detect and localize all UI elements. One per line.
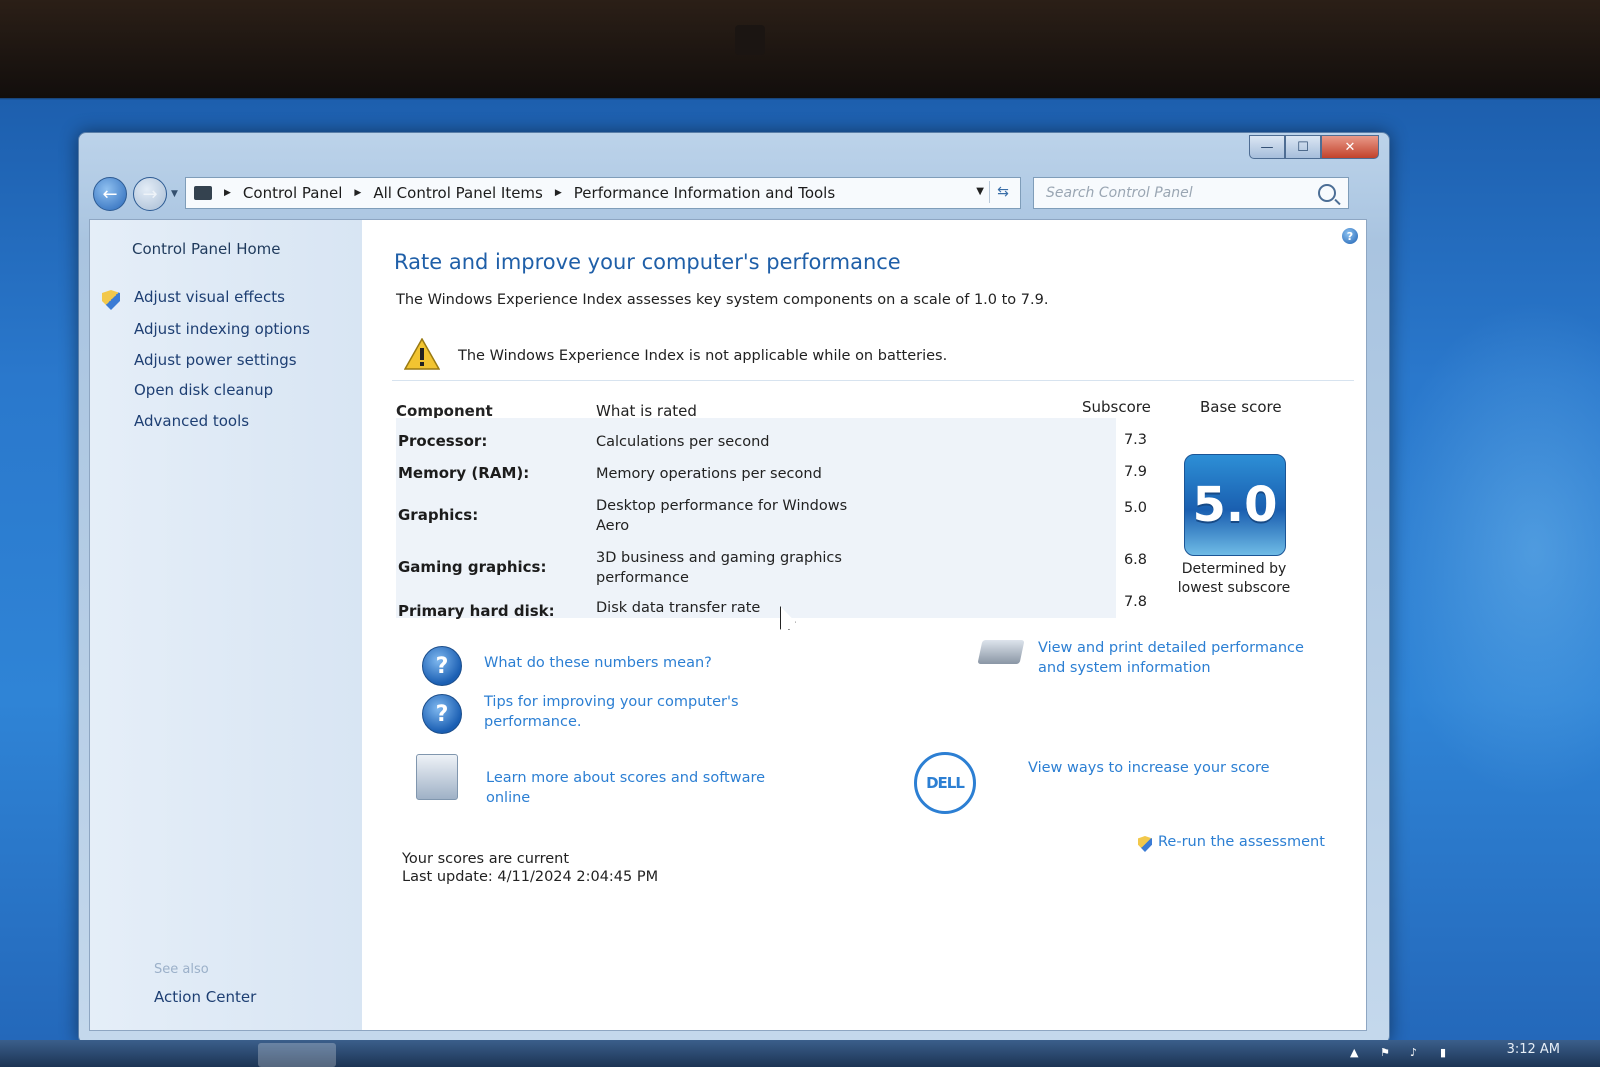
row-what-rated: Disk data transfer rate — [596, 600, 761, 616]
dell-logo: DELL — [914, 752, 976, 814]
chevron-right-icon[interactable]: ▶ — [224, 188, 231, 198]
recent-pages-dropdown[interactable]: ▼ — [171, 189, 178, 199]
back-button[interactable]: ← — [93, 177, 127, 211]
software-icon — [416, 754, 458, 800]
see-also-heading: See also — [154, 962, 209, 977]
row-subscore: 7.3 — [1123, 432, 1147, 448]
link-numbers-meaning[interactable]: What do these numbers mean? — [484, 653, 712, 673]
row-what-rated: 3D business and gaming graphics performa… — [596, 550, 842, 586]
search-box[interactable] — [1033, 177, 1349, 209]
divider — [392, 380, 1354, 381]
maximize-button[interactable]: ☐ — [1285, 135, 1321, 159]
arrow-up-icon[interactable]: ▲ — [1350, 1046, 1364, 1060]
search-input[interactable] — [1044, 184, 1318, 202]
taskbar-clock[interactable]: 3:12 AM — [1507, 1042, 1560, 1057]
window-controls: — ☐ ✕ — [1249, 135, 1379, 159]
sidebar-home-link[interactable]: Control Panel Home — [132, 240, 281, 258]
row-subscore: 7.9 — [1123, 464, 1147, 480]
rerun-assessment-link[interactable]: Re-run the assessment — [1158, 832, 1325, 852]
status-last-update: Last update: 4/11/2024 2:04:45 PM — [402, 869, 659, 885]
flag-icon[interactable]: ⚑ — [1380, 1046, 1394, 1060]
battery-warning: The Windows Experience Index is not appl… — [458, 348, 948, 364]
row-component: Memory (RAM): — [398, 464, 530, 482]
main-panel: ? Rate and improve your computer's perfo… — [362, 220, 1366, 1030]
row-component: Processor: — [398, 432, 488, 450]
chevron-down-icon[interactable]: ▼ — [976, 186, 984, 197]
row-subscore: 5.0 — [1123, 500, 1147, 516]
page-title: Rate and improve your computer's perform… — [394, 250, 901, 274]
link-improvement-tips[interactable]: Tips for improving your computer's perfo… — [484, 692, 754, 732]
monitor-bezel — [0, 0, 1600, 98]
sidebar-item-advanced-tools[interactable]: Advanced tools — [134, 412, 249, 430]
refresh-icon[interactable]: ⇆ — [989, 181, 1016, 203]
row-what-rated: Calculations per second — [596, 434, 770, 450]
forward-button[interactable]: → — [133, 177, 167, 211]
row-component: Graphics: — [398, 506, 479, 524]
content-area: Control Panel Home Adjust visual effects… — [89, 219, 1367, 1031]
see-also-action-center[interactable]: Action Center — [154, 988, 256, 1006]
link-learn-more[interactable]: Learn more about scores and software onl… — [486, 768, 776, 808]
network-icon[interactable]: ▮ — [1440, 1046, 1454, 1060]
row-what-rated: Memory operations per second — [596, 466, 822, 482]
sidebar-item-disk-cleanup[interactable]: Open disk cleanup — [134, 381, 273, 399]
header-subscore: Subscore — [1082, 398, 1151, 416]
base-score-tile: 5.0 — [1184, 454, 1286, 556]
arrow-left-icon: ← — [102, 183, 118, 205]
sidebar-item-indexing[interactable]: Adjust indexing options — [134, 320, 310, 338]
intro-text: The Windows Experience Index assesses ke… — [396, 292, 1049, 308]
address-bar[interactable]: ▶ Control Panel ▶ All Control Panel Item… — [185, 177, 1021, 209]
control-panel-root-icon[interactable] — [194, 186, 212, 200]
sidebar-item-visual-effects[interactable]: Adjust visual effects — [134, 288, 285, 306]
breadcrumb-performance[interactable]: Performance Information and Tools — [574, 184, 835, 202]
close-button[interactable]: ✕ — [1321, 135, 1379, 159]
arrow-right-icon: → — [142, 183, 158, 205]
shield-icon — [102, 290, 120, 310]
base-score-caption: Determined by lowest subscore — [1177, 561, 1291, 596]
minimize-button[interactable]: — — [1249, 135, 1285, 159]
row-component: Primary hard disk: — [398, 602, 555, 620]
chevron-right-icon[interactable]: ▶ — [354, 188, 361, 198]
sidebar: Control Panel Home Adjust visual effects… — [90, 220, 362, 1030]
question-icon: ? — [422, 646, 462, 686]
question-icon: ? — [422, 694, 462, 734]
link-increase-score[interactable]: View ways to increase your score — [1028, 758, 1318, 778]
shield-icon — [1138, 836, 1152, 852]
chevron-right-icon[interactable]: ▶ — [555, 188, 562, 198]
row-subscore: 6.8 — [1123, 552, 1147, 568]
header-base-score: Base score — [1200, 398, 1282, 416]
taskbar: ▲ ⚑ ♪ ▮ 3:12 AM — [0, 1040, 1600, 1067]
speaker-icon[interactable]: ♪ — [1410, 1046, 1424, 1060]
sidebar-item-power[interactable]: Adjust power settings — [134, 351, 297, 369]
row-subscore: 7.8 — [1123, 594, 1147, 610]
row-what-rated: Desktop performance for Windows Aero — [596, 498, 848, 534]
breadcrumb-control-panel[interactable]: Control Panel — [243, 184, 342, 202]
webcam — [735, 25, 765, 55]
help-icon[interactable]: ? — [1342, 228, 1358, 244]
desktop-wallpaper — [1380, 300, 1600, 800]
status-current: Your scores are current — [402, 851, 570, 867]
control-panel-window: — ☐ ✕ ← → ▼ ▶ Control Panel ▶ All Contro… — [78, 132, 1390, 1044]
row-component: Gaming graphics: — [398, 558, 547, 576]
warning-icon — [404, 338, 440, 370]
taskbar-window-button[interactable] — [258, 1043, 336, 1067]
link-print-details[interactable]: View and print detailed performance and … — [1038, 638, 1328, 678]
printer-icon — [977, 640, 1025, 664]
breadcrumb-all-items[interactable]: All Control Panel Items — [373, 184, 543, 202]
search-icon[interactable] — [1318, 184, 1336, 202]
score-status: Your scores are current Last update: 4/1… — [402, 850, 658, 886]
